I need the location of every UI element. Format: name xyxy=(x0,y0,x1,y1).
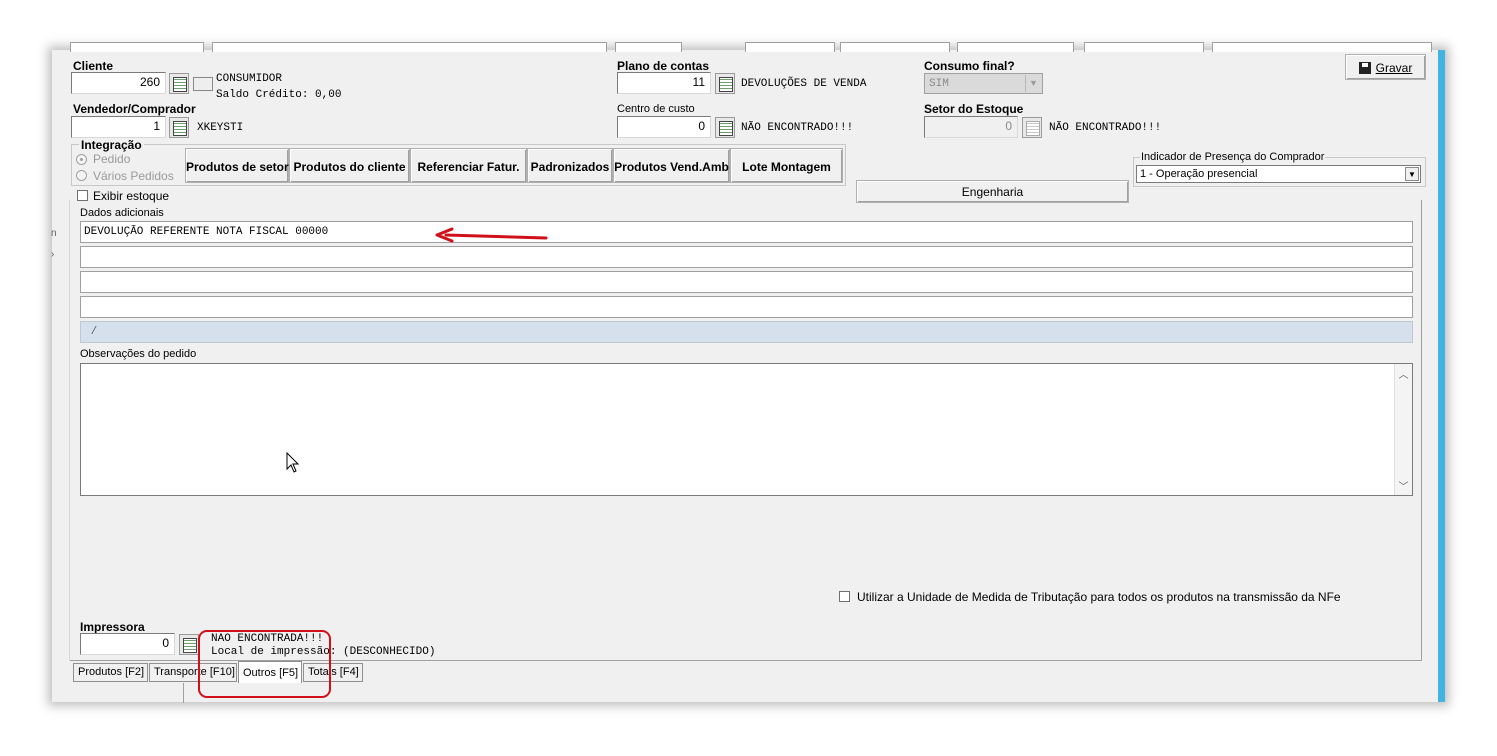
engenharia-button[interactable]: Engenharia xyxy=(856,180,1129,203)
utilizar-unidade-label: Utilizar a Unidade de Medida de Tributaç… xyxy=(857,590,1341,604)
exibir-estoque-label: Exibir estoque xyxy=(93,189,170,203)
impressora-code-field[interactable]: 0 xyxy=(80,633,175,655)
edge-fragment: n xyxy=(51,228,57,239)
save-button-label: Gravar xyxy=(1375,61,1413,75)
scroll-up-icon[interactable]: ︿ xyxy=(1395,366,1412,381)
consumo-label: Consumo final? xyxy=(924,59,1015,73)
setor-code-field[interactable]: 0 xyxy=(924,116,1018,138)
client-code-field[interactable]: 260 xyxy=(71,72,166,94)
scrollbar[interactable]: ︿ ﹀ xyxy=(1394,364,1412,495)
produtos-setor-button[interactable]: Produtos de setor xyxy=(185,148,289,183)
centro-name: NÃO ENCONTRADO!!! xyxy=(741,122,854,134)
radio-varios[interactable] xyxy=(76,170,87,181)
plano-name: DEVOLUÇÕES DE VENDA xyxy=(741,78,867,90)
observacoes-textarea[interactable]: ︿ ﹀ xyxy=(80,363,1413,496)
vendor-search-icon[interactable] xyxy=(169,117,189,138)
client-label: Cliente xyxy=(73,59,114,73)
integracao-label: Integração xyxy=(79,138,144,152)
consumo-select[interactable]: SIM ▼ xyxy=(924,73,1043,94)
dados-line-4[interactable] xyxy=(80,296,1413,318)
padronizados-button[interactable]: Padronizados xyxy=(527,148,613,183)
dados-line-5[interactable]: / xyxy=(80,321,1413,343)
radio-varios-label: Vários Pedidos xyxy=(93,169,174,183)
mouse-cursor-icon xyxy=(286,452,300,473)
produtos-vend-button[interactable]: Produtos Vend.Amb xyxy=(613,148,730,183)
divider xyxy=(183,683,184,703)
indicador-label: Indicador de Presença do Comprador xyxy=(1140,151,1326,163)
referenciar-button[interactable]: Referenciar Fatur. xyxy=(410,148,527,183)
scroll-down-icon[interactable]: ﹀ xyxy=(1395,478,1412,493)
utilizar-unidade-checkbox[interactable] xyxy=(839,591,850,602)
dados-label: Dados adicionais xyxy=(80,207,164,219)
vendor-label: Vendedor/Comprador xyxy=(73,102,196,116)
client-search-icon[interactable] xyxy=(169,73,189,94)
plano-code-field[interactable]: 11 xyxy=(617,72,711,94)
observacoes-label: Observações do pedido xyxy=(80,348,197,360)
vendor-name: XKEYSTI xyxy=(197,122,244,134)
client-name: CONSUMIDOR xyxy=(216,73,283,85)
centro-code-field[interactable]: 0 xyxy=(617,116,711,138)
setor-name: NÃO ENCONTRADO!!! xyxy=(1049,122,1162,134)
centro-search-icon[interactable] xyxy=(715,117,735,138)
save-button[interactable]: Gravar xyxy=(1345,54,1426,80)
client-credit: Saldo Crédito: 0,00 xyxy=(216,89,342,101)
vendor-code-field[interactable]: 1 xyxy=(71,116,166,138)
floppy-disk-icon xyxy=(1358,62,1371,74)
impressora-search-icon[interactable] xyxy=(179,634,199,655)
indicador-select[interactable]: 1 - Operação presencial ▼ xyxy=(1136,165,1421,183)
setor-label: Setor do Estoque xyxy=(924,102,1024,116)
radio-pedido-label: Pedido xyxy=(93,152,131,166)
lote-montagem-button[interactable]: Lote Montagem xyxy=(730,148,843,183)
dados-line-2[interactable] xyxy=(80,246,1413,268)
plano-search-icon[interactable] xyxy=(715,73,735,94)
tab-produtos[interactable]: Produtos [F2] xyxy=(73,663,148,682)
centro-label: Centro de custo xyxy=(617,103,695,115)
chevron-down-icon[interactable]: ▼ xyxy=(1025,75,1041,92)
window-border xyxy=(1438,50,1445,702)
produtos-cliente-button[interactable]: Produtos do cliente xyxy=(289,148,410,183)
exibir-estoque-checkbox[interactable] xyxy=(77,190,88,201)
dados-line-1[interactable]: DEVOLUÇÃO REFERENTE NOTA FISCAL 00000 xyxy=(80,221,1413,243)
radio-pedido[interactable] xyxy=(76,154,87,165)
chevron-down-icon[interactable]: ▼ xyxy=(1405,167,1419,181)
impressora-label: Impressora xyxy=(80,620,145,634)
setor-search-icon[interactable] xyxy=(1022,117,1042,138)
edge-fragment: › xyxy=(51,249,55,260)
highlight-annotation xyxy=(198,630,331,698)
indicador-value: 1 - Operação presencial xyxy=(1140,168,1258,180)
dados-line-3[interactable] xyxy=(80,271,1413,293)
tab-sheet-border-right xyxy=(1421,200,1422,661)
plano-label: Plano de contas xyxy=(617,59,710,73)
consumo-value: SIM xyxy=(929,78,949,90)
card-icon[interactable] xyxy=(193,77,213,91)
tab-sheet-border-left xyxy=(69,200,70,661)
arrow-annotation-icon xyxy=(435,227,548,243)
